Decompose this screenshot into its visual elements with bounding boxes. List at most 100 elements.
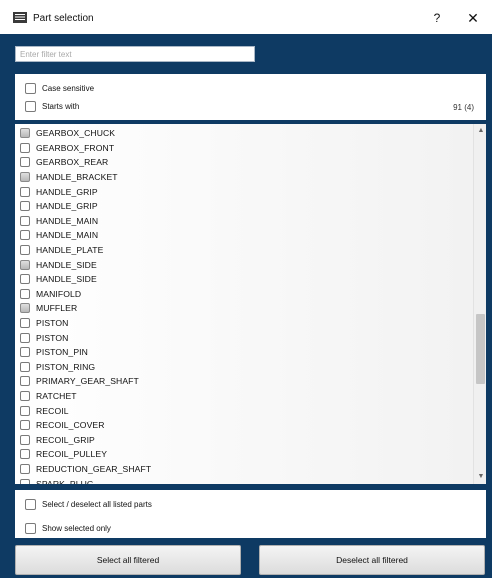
part-label: HANDLE_BRACKET — [36, 172, 118, 183]
part-label: RECOIL_COVER — [36, 420, 105, 431]
filter-options-panel: Case sensitive Starts with 91 (4) — [15, 74, 486, 120]
part-label: HANDLE_GRIP — [36, 186, 98, 197]
show-selected-only-option[interactable]: Show selected only — [25, 523, 111, 534]
case-sensitive-checkbox[interactable] — [25, 83, 36, 94]
part-checkbox[interactable] — [20, 303, 30, 314]
help-icon[interactable]: ? — [430, 11, 444, 25]
part-label: PISTON_RING — [36, 361, 96, 372]
list-item[interactable]: HANDLE_BRACKET — [20, 170, 470, 185]
part-checkbox[interactable] — [20, 128, 30, 139]
part-label: HANDLE_PLATE — [36, 245, 104, 256]
part-checkbox[interactable] — [20, 201, 30, 212]
list-item[interactable]: HANDLE_PLATE — [20, 243, 470, 258]
part-checkbox[interactable] — [20, 318, 30, 329]
list-item[interactable]: PISTON — [20, 330, 470, 345]
part-checkbox[interactable] — [20, 245, 30, 256]
part-checkbox[interactable] — [20, 230, 30, 241]
list-item[interactable]: HANDLE_SIDE — [20, 257, 470, 272]
part-checkbox[interactable] — [20, 361, 30, 372]
case-sensitive-option[interactable]: Case sensitive — [25, 83, 94, 94]
select-all-listed-option[interactable]: Select / deselect all listed parts — [25, 499, 152, 510]
part-label: MANIFOLD — [36, 288, 82, 299]
list-item[interactable]: HANDLE_SIDE — [20, 272, 470, 287]
list-item[interactable]: RATCHET — [20, 389, 470, 404]
list-item[interactable]: HANDLE_GRIP — [20, 199, 470, 214]
list-item[interactable]: GEARBOX_FRONT — [20, 141, 470, 156]
starts-with-checkbox[interactable] — [25, 101, 36, 112]
part-label: MUFFLER — [36, 303, 78, 314]
part-checkbox[interactable] — [20, 405, 30, 416]
list-item[interactable]: REDUCTION_GEAR_SHAFT — [20, 462, 470, 477]
deselect-all-filtered-button[interactable]: Deselect all filtered — [259, 545, 485, 575]
part-label: GEARBOX_REAR — [36, 157, 109, 168]
list-item[interactable]: RECOIL_COVER — [20, 418, 470, 433]
part-checkbox[interactable] — [20, 420, 30, 431]
part-checkbox[interactable] — [20, 434, 30, 445]
part-label: SPARK_PLUG — [36, 478, 94, 484]
part-checkbox[interactable] — [20, 464, 30, 475]
list-item[interactable]: RECOIL_PULLEY — [20, 447, 470, 462]
parts-list: GEARBOX_CHUCK GEARBOX_FRONT GEARBOX_REAR HA… — [15, 124, 486, 484]
list-item[interactable]: MANIFOLD — [20, 287, 470, 302]
scroll-down-arrow-icon[interactable]: ▼ — [477, 473, 485, 481]
part-label: RECOIL_GRIP — [36, 434, 95, 445]
show-selected-only-label: Show selected only — [42, 524, 111, 533]
case-sensitive-label: Case sensitive — [42, 84, 95, 93]
filter-input[interactable] — [15, 46, 255, 62]
part-checkbox[interactable] — [20, 186, 30, 197]
list-item[interactable]: PRIMARY_GEAR_SHAFT — [20, 374, 470, 389]
select-all-filtered-button[interactable]: Select all filtered — [15, 545, 241, 575]
part-checkbox[interactable] — [20, 288, 30, 299]
part-checkbox[interactable] — [20, 274, 30, 285]
part-label: PISTON — [36, 318, 69, 329]
part-label: RECOIL — [36, 405, 69, 416]
list-item[interactable]: HANDLE_GRIP — [20, 184, 470, 199]
parts-list-viewport: GEARBOX_CHUCK GEARBOX_FRONT GEARBOX_REAR HA… — [15, 124, 473, 484]
part-label: HANDLE_SIDE — [36, 274, 97, 285]
part-label: PISTON — [36, 332, 69, 343]
part-checkbox[interactable] — [20, 259, 30, 270]
part-label: HANDLE_MAIN — [36, 230, 99, 241]
part-label: RECOIL_PULLEY — [36, 449, 108, 460]
part-label: GEARBOX_FRONT — [36, 142, 115, 153]
list-item[interactable]: SPARK_PLUG — [20, 476, 470, 484]
part-label: HANDLE_SIDE — [36, 259, 97, 270]
part-checkbox[interactable] — [20, 347, 30, 358]
show-selected-only-checkbox[interactable] — [25, 523, 36, 534]
list-item[interactable]: MUFFLER — [20, 301, 470, 316]
list-item[interactable]: PISTON — [20, 316, 470, 331]
part-label: HANDLE_MAIN — [36, 215, 99, 226]
part-checkbox[interactable] — [20, 157, 30, 168]
list-item[interactable]: HANDLE_MAIN — [20, 214, 470, 229]
part-checkbox[interactable] — [20, 332, 30, 343]
part-count: 91 (4) — [453, 103, 474, 112]
part-checkbox[interactable] — [20, 478, 30, 484]
title-bar: Part selection ? ✕ — [0, 0, 492, 34]
list-item[interactable]: PISTON_PIN — [20, 345, 470, 360]
scrollbar-thumb[interactable] — [476, 314, 485, 384]
list-window-icon — [13, 12, 27, 23]
part-label: PISTON_PIN — [36, 347, 88, 358]
scroll-up-arrow-icon[interactable]: ▲ — [477, 127, 485, 135]
starts-with-option[interactable]: Starts with — [25, 101, 79, 112]
part-label: PRIMARY_GEAR_SHAFT — [36, 376, 139, 387]
list-item[interactable]: GEARBOX_CHUCK — [20, 126, 470, 141]
parts-list-scrollbar[interactable]: ▲ ▼ — [473, 124, 486, 484]
part-checkbox[interactable] — [20, 449, 30, 460]
part-checkbox[interactable] — [20, 391, 30, 402]
select-all-listed-label: Select / deselect all listed parts — [42, 500, 152, 509]
list-item[interactable]: RECOIL — [20, 403, 470, 418]
starts-with-label: Starts with — [42, 102, 80, 111]
part-checkbox[interactable] — [20, 376, 30, 387]
part-label: REDUCTION_GEAR_SHAFT — [36, 464, 152, 475]
list-item[interactable]: HANDLE_MAIN — [20, 228, 470, 243]
part-checkbox[interactable] — [20, 142, 30, 153]
list-item[interactable]: PISTON_RING — [20, 360, 470, 375]
window-title: Part selection — [33, 13, 94, 24]
part-checkbox[interactable] — [20, 172, 30, 183]
close-icon[interactable]: ✕ — [465, 10, 481, 26]
list-item[interactable]: RECOIL_GRIP — [20, 433, 470, 448]
select-all-listed-checkbox[interactable] — [25, 499, 36, 510]
list-item[interactable]: GEARBOX_REAR — [20, 155, 470, 170]
part-checkbox[interactable] — [20, 215, 30, 226]
